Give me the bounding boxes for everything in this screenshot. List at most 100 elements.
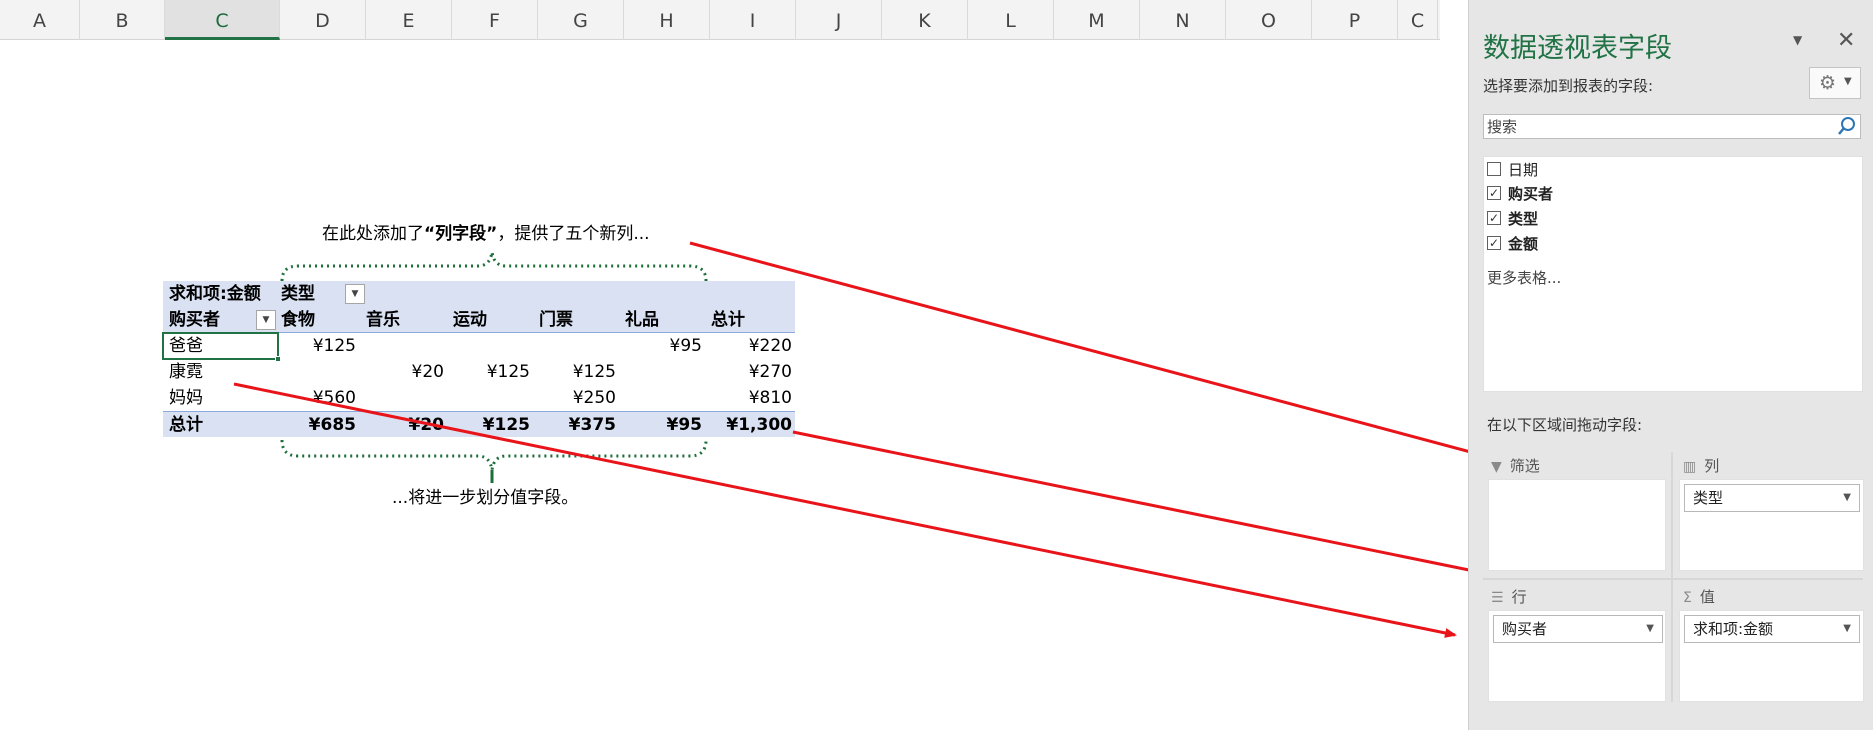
field-item[interactable]: 日期 (1487, 159, 1538, 181)
drag-fields-label: 在以下区域间拖动字段: (1487, 416, 1643, 434)
checkbox-icon[interactable]: ✓ (1487, 185, 1501, 200)
search-icon[interactable] (1837, 116, 1857, 136)
field-label: 金额 (1508, 235, 1539, 253)
area-divider (1671, 452, 1673, 702)
columns-area-title: ▥ 列 (1683, 455, 1719, 476)
category-header[interactable]: 音乐 (366, 307, 400, 333)
value-cell[interactable]: ¥125 (483, 412, 530, 438)
filter-area-label: 筛选 (1509, 457, 1540, 475)
rows-drop-area[interactable]: 购买者 ▼ (1488, 610, 1666, 702)
values-field-pill[interactable]: 求和项:金额 ▼ (1684, 615, 1860, 643)
total-row-label[interactable]: 总计 (169, 412, 203, 438)
value-cell[interactable]: ¥125 (313, 333, 356, 359)
filter-icon: ▼ (1491, 459, 1502, 475)
value-cell[interactable]: ¥270 (749, 359, 792, 385)
field-label: 日期 (1508, 161, 1539, 179)
rows-area-label: 行 (1511, 588, 1527, 606)
column-header[interactable]: C (1398, 0, 1438, 40)
search-input[interactable] (1487, 116, 1827, 137)
value-cell[interactable]: ¥20 (412, 359, 444, 385)
field-item[interactable]: ✓ 类型 (1487, 208, 1538, 230)
category-header[interactable]: 食物 (281, 307, 315, 333)
fill-handle[interactable] (275, 356, 281, 362)
checkbox-icon[interactable] (1487, 161, 1501, 176)
column-header[interactable]: N (1140, 0, 1226, 40)
checkbox-icon[interactable]: ✓ (1487, 210, 1501, 225)
row-label[interactable]: 妈妈 (169, 385, 203, 411)
pivot-column-field-label[interactable]: 类型 (281, 281, 315, 307)
chevron-down-icon[interactable]: ▼ (1843, 485, 1851, 511)
column-header[interactable]: F (452, 0, 538, 40)
category-header[interactable]: 运动 (453, 307, 487, 333)
field-label: 购买者 (1508, 185, 1554, 203)
value-cell[interactable]: ¥95 (667, 412, 703, 438)
field-item[interactable]: ✓ 购买者 (1487, 183, 1553, 205)
pivot-field-pane: 数据透视表字段 ▼ ✕ 选择要添加到报表的字段: ⚙ ▼ 日期 ✓ 购买者 ✓ 类型… (1468, 0, 1873, 730)
category-header[interactable]: 总计 (711, 307, 745, 333)
column-header[interactable]: M (1054, 0, 1140, 40)
chevron-down-icon[interactable]: ▼ (1646, 616, 1654, 642)
chevron-down-icon[interactable]: ▼ (1843, 616, 1851, 642)
callout-top-bold: “列字段” (424, 224, 498, 244)
column-header[interactable]: O (1226, 0, 1312, 40)
row-label[interactable]: 康霓 (169, 359, 203, 385)
value-cell[interactable]: ¥1,300 (726, 412, 792, 438)
value-cell[interactable]: ¥375 (569, 412, 616, 438)
tools-button[interactable]: ⚙ ▼ (1809, 67, 1861, 99)
row-filter-dropdown-icon[interactable]: ▼ (256, 310, 276, 330)
column-header[interactable]: B (80, 0, 165, 40)
worksheet[interactable]: ABCDEFGHIJKLMNOPC 求和项:金额 类型 ▼ 购买者 ▼ 食物 音乐… (0, 0, 1440, 730)
area-divider (1483, 578, 1863, 580)
value-cell[interactable]: ¥95 (670, 333, 702, 359)
value-cell[interactable]: ¥125 (487, 359, 530, 385)
pivot-row-field-label[interactable]: 购买者 (169, 307, 220, 333)
values-pill-label: 求和项:金额 (1693, 620, 1774, 638)
choose-fields-label: 选择要添加到报表的字段: (1483, 77, 1654, 95)
columns-field-pill[interactable]: 类型 ▼ (1684, 484, 1860, 512)
more-tables-link[interactable]: 更多表格... (1487, 267, 1561, 288)
pane-options-chevron-icon[interactable]: ▼ (1793, 33, 1802, 47)
column-header[interactable]: K (882, 0, 968, 40)
close-icon[interactable]: ✕ (1837, 28, 1855, 53)
rows-icon: ☰ (1491, 590, 1504, 606)
pane-title: 数据透视表字段 (1483, 33, 1672, 64)
checkbox-icon[interactable]: ✓ (1487, 235, 1501, 250)
column-filter-dropdown-icon[interactable]: ▼ (345, 284, 365, 304)
column-header[interactable]: G (538, 0, 624, 40)
value-cell[interactable]: ¥220 (749, 333, 792, 359)
value-cell[interactable]: ¥810 (749, 385, 792, 411)
pivot-data-row: 妈妈 ¥560 ¥250 ¥810 (163, 385, 795, 411)
value-cell[interactable]: ¥560 (313, 385, 356, 411)
pivot-subheader-row: 购买者 ▼ 食物 音乐 运动 门票 礼品 总计 (163, 307, 795, 333)
column-header[interactable]: H (624, 0, 710, 40)
gear-icon: ⚙ (1819, 72, 1837, 94)
field-item[interactable]: ✓ 金额 (1487, 233, 1538, 255)
filter-drop-area[interactable] (1488, 479, 1666, 571)
field-label: 类型 (1508, 210, 1539, 228)
field-search[interactable] (1483, 114, 1861, 139)
column-header[interactable]: P (1312, 0, 1398, 40)
value-cell[interactable]: ¥20 (409, 412, 445, 438)
rows-pill-label: 购买者 (1502, 620, 1548, 638)
column-header[interactable]: E (366, 0, 452, 40)
chevron-down-icon: ▼ (1844, 76, 1852, 87)
column-header[interactable]: A (0, 0, 80, 40)
category-header[interactable]: 门票 (539, 307, 573, 333)
value-cell[interactable]: ¥125 (573, 359, 616, 385)
column-header[interactable]: I (710, 0, 796, 40)
columns-area-label: 列 (1704, 457, 1720, 475)
values-drop-area[interactable]: 求和项:金额 ▼ (1679, 610, 1864, 702)
rows-field-pill[interactable]: 购买者 ▼ (1493, 615, 1663, 643)
filter-area-title: ▼ 筛选 (1491, 455, 1540, 476)
value-cell[interactable]: ¥685 (309, 412, 356, 438)
category-header[interactable]: 礼品 (625, 307, 659, 333)
pivot-values-label[interactable]: 求和项:金额 (169, 281, 261, 307)
column-header[interactable]: L (968, 0, 1054, 40)
column-header[interactable]: J (796, 0, 882, 40)
column-header[interactable]: C (165, 0, 280, 40)
columns-drop-area[interactable]: 类型 ▼ (1679, 479, 1864, 571)
value-cell[interactable]: ¥250 (573, 385, 616, 411)
pivot-total-row: 总计 ¥685 ¥20 ¥125 ¥375 ¥95 ¥1,300 (163, 411, 795, 437)
column-header[interactable]: D (280, 0, 366, 40)
columns-icon: ▥ (1683, 459, 1697, 475)
